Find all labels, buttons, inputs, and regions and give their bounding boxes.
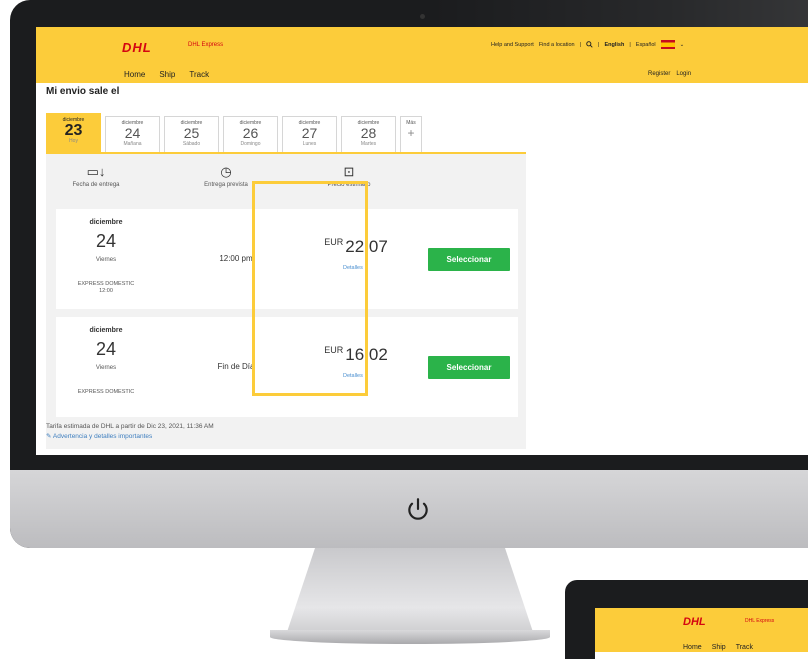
spain-flag-icon[interactable] [660, 40, 675, 49]
second-header-bar: DHL DHL Express Home Ship Track [595, 608, 808, 652]
search-icon[interactable] [586, 41, 593, 48]
option-month: diciembre [89, 219, 123, 226]
date-day: 23 [64, 122, 83, 139]
price-highlight-frame [252, 181, 368, 396]
nav-home[interactable]: Home [124, 70, 145, 79]
service-time: 12:00 [99, 288, 113, 294]
select-button[interactable]: Seleccionar [428, 248, 510, 271]
divider: | [629, 41, 631, 48]
warning-link[interactable]: ✎ Advertencia y detalles importantes [46, 432, 152, 440]
dhl-logo[interactable]: DHL [122, 40, 152, 55]
rate-note: Tarifa estimada de DHL a partir de Dic 2… [46, 423, 214, 430]
divider: | [598, 41, 600, 48]
second-monitor: DHL DHL Express Home Ship Track [565, 580, 808, 659]
date-weekday: Martes [360, 141, 377, 147]
option-service: EXPRESS DOMESTIC [56, 389, 156, 396]
col-header-expected-delivery: ◷ Entrega prevista [191, 164, 261, 188]
nav-ship: Ship [711, 644, 726, 651]
col-header-delivery-date: ▭↓ Fecha de entrega [66, 164, 126, 188]
option-service: EXPRESS DOMESTIC 12:00 [56, 281, 156, 295]
page-title: Mi envio sale el [46, 86, 120, 97]
help-link[interactable]: Help and Support [491, 42, 534, 48]
nav-track[interactable]: Track [189, 70, 209, 79]
date-tab-26[interactable]: diciembre 26 Domingo [223, 116, 278, 153]
option-day: 24 [95, 339, 117, 359]
divider: | [579, 41, 582, 48]
header-bar: DHL DHL Express Help and Support Find a … [36, 27, 808, 69]
date-day: 28 [360, 125, 377, 141]
money-icon: ⊡ [343, 164, 355, 179]
nav-ship[interactable]: Ship [159, 70, 175, 79]
edit-icon: ✎ [46, 433, 53, 440]
clock-icon: ◷ [220, 164, 232, 179]
date-weekday: Hoy [69, 138, 78, 144]
date-day: 24 [124, 125, 141, 141]
option-month: diciembre [89, 327, 123, 334]
date-weekday: Sábado [182, 141, 201, 147]
monitor-stand-base [270, 630, 550, 644]
utility-links: Help and Support Find a location | | Eng… [491, 40, 684, 49]
login-link[interactable]: Login [676, 71, 691, 77]
option-weekday: Viernes [95, 257, 117, 263]
select-button[interactable]: Seleccionar [428, 356, 510, 379]
date-day: 26 [242, 125, 259, 141]
lang-espanol[interactable]: Español [636, 42, 656, 48]
second-nav: Home Ship Track [683, 644, 753, 651]
dhl-logo: DHL [683, 616, 706, 628]
col-label: Entrega prevista [204, 182, 248, 188]
date-tab-25[interactable]: diciembre 25 Sábado [164, 116, 219, 153]
main-nav: Home Ship Track Register Login [36, 69, 808, 83]
service-name: EXPRESS DOMESTIC [77, 281, 135, 287]
nav-home: Home [683, 644, 702, 651]
date-tab-28[interactable]: diciembre 28 Martes [341, 116, 396, 153]
date-weekday: Mañana [123, 141, 142, 147]
scene: DHL DHL Express Help and Support Find a … [0, 0, 808, 659]
date-weekday: Lunes [302, 141, 317, 147]
warning-link-label: Advertencia y detalles importantes [52, 433, 153, 440]
chevron-down-icon[interactable]: ⌄ [680, 42, 685, 48]
lang-english[interactable]: English [604, 42, 624, 48]
plus-icon: + [407, 126, 415, 140]
dhl-express-label: DHL Express [745, 618, 775, 624]
second-screen: DHL DHL Express Home Ship Track [595, 608, 808, 659]
dhl-express-label: DHL Express [188, 42, 224, 48]
date-day: 27 [301, 125, 318, 141]
date-tab-24[interactable]: diciembre 24 Mañana [105, 116, 160, 153]
date-weekday: Domingo [240, 141, 261, 147]
option-day: 24 [95, 231, 117, 251]
date-tab-23[interactable]: diciembre 23 Hoy [46, 113, 101, 153]
camera-dot [420, 14, 425, 19]
col-label: Fecha de entrega [72, 182, 120, 188]
date-selector: diciembre 23 Hoy diciembre 24 Mañana dic… [46, 113, 422, 153]
date-tab-27[interactable]: diciembre 27 Lunes [282, 116, 337, 153]
date-day: 25 [183, 125, 200, 141]
power-icon [408, 498, 428, 520]
calendar-icon: ▭↓ [86, 164, 106, 179]
nav-track: Track [735, 644, 753, 651]
more-dates-button[interactable]: Más + [400, 116, 422, 153]
service-name: EXPRESS DOMESTIC [77, 389, 135, 395]
option-weekday: Viernes [95, 365, 117, 371]
register-link[interactable]: Register [648, 71, 670, 77]
find-location-link[interactable]: Find a location [539, 42, 575, 48]
screen: DHL DHL Express Help and Support Find a … [36, 27, 808, 455]
